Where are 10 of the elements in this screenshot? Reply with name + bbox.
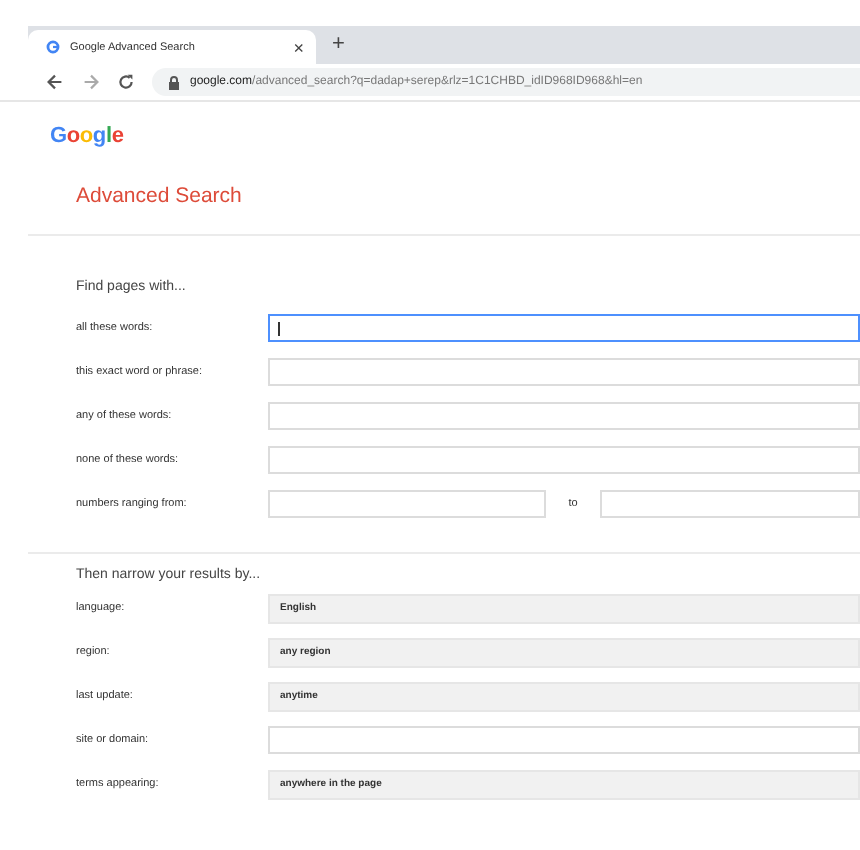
google-g-icon (46, 40, 60, 54)
new-tab-button[interactable]: + (332, 32, 345, 58)
close-tab-button[interactable]: × (293, 37, 304, 57)
input-field[interactable] (268, 314, 860, 342)
forward-arrow-icon[interactable] (82, 74, 100, 90)
lock-icon (168, 75, 180, 89)
logo[interactable]: Google (50, 124, 124, 148)
back-arrow-icon[interactable] (46, 74, 64, 90)
page-heading: Advanced Search (76, 184, 244, 208)
reload-icon[interactable] (118, 74, 134, 90)
